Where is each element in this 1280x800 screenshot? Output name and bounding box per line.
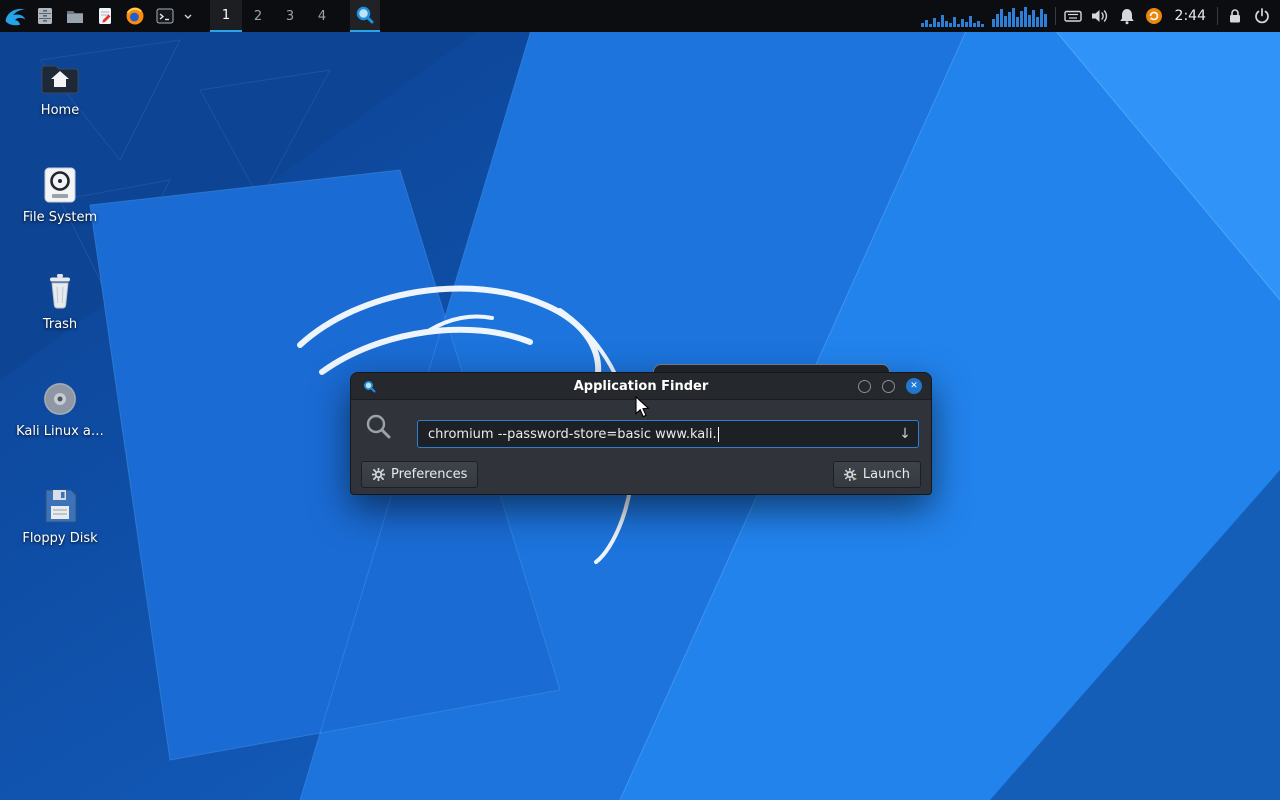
folder-icon <box>67 11 83 23</box>
panel-separator <box>1054 7 1056 25</box>
preferences-button[interactable]: Preferences <box>361 461 479 488</box>
maximize-button[interactable] <box>882 379 895 393</box>
desktop-icon-kali-cd[interactable]: Kali Linux a… <box>8 375 112 439</box>
mouse-cursor <box>635 396 650 418</box>
kali-logo-icon <box>5 8 26 26</box>
volume-icon <box>1091 10 1107 22</box>
cpu-graph-bars <box>920 15 984 27</box>
bell-icon <box>1119 9 1134 25</box>
dropdown-arrow-icon[interactable]: ↓ <box>892 421 918 447</box>
workspace-2-button[interactable]: 2 <box>242 0 274 32</box>
search-icon <box>365 413 393 445</box>
lock-icon <box>1230 9 1240 23</box>
text-caret <box>717 426 719 442</box>
file-cabinet-launcher[interactable] <box>30 0 60 32</box>
workspace-4-label: 4 <box>317 8 327 24</box>
trash-icon <box>8 268 112 312</box>
firefox-icon <box>126 7 144 25</box>
desktop-icon-label: Trash <box>42 317 78 332</box>
terminal-launcher[interactable] <box>150 0 180 32</box>
gear-icon <box>372 468 385 481</box>
home-icon <box>8 54 112 98</box>
window-title: Application Finder <box>573 378 709 394</box>
top-panel: 1 2 3 4 2:44 <box>0 0 1280 32</box>
logout-button[interactable] <box>1252 0 1272 32</box>
desktop-icon-home[interactable]: Home <box>8 54 112 118</box>
drive-icon <box>8 161 112 205</box>
dialog-button-row: Preferences Launch <box>361 461 921 488</box>
application-finder-icon <box>356 6 374 24</box>
desktop-icon-label: Floppy Disk <box>22 531 98 546</box>
close-button[interactable]: ✕ <box>906 378 922 394</box>
file-manager-launcher[interactable] <box>60 0 90 32</box>
panel-clock[interactable]: 2:44 <box>1171 8 1210 24</box>
desktop-icon-label: Home <box>40 103 80 118</box>
workspace-2-label: 2 <box>253 8 263 24</box>
launch-label: Launch <box>862 467 910 482</box>
desktop-icon-file-system[interactable]: File System <box>8 161 112 225</box>
desktop-icon-floppy[interactable]: Floppy Disk <box>8 482 112 546</box>
floppy-icon <box>8 482 112 526</box>
volume-control[interactable] <box>1090 0 1110 32</box>
preferences-label: Preferences <box>391 467 468 482</box>
panel-separator <box>1217 7 1218 25</box>
terminal-icon <box>156 8 174 24</box>
kali-menu-button[interactable] <box>0 0 30 32</box>
taskbar-application-finder-button[interactable] <box>350 0 380 32</box>
text-editor-icon <box>99 8 111 24</box>
text-editor-launcher[interactable] <box>90 0 120 32</box>
run-gear-icon <box>843 468 857 481</box>
keyboard-indicator[interactable] <box>1063 0 1083 32</box>
keyboard-icon <box>1063 10 1082 22</box>
desktop-icon-label: File System <box>22 210 98 225</box>
window-buttons: ✕ <box>858 378 931 394</box>
workspace-4-button[interactable]: 4 <box>306 0 338 32</box>
power-icon <box>1255 8 1269 24</box>
window-finder-icon <box>363 380 376 393</box>
firefox-launcher[interactable] <box>120 0 150 32</box>
lock-screen-button[interactable] <box>1225 0 1245 32</box>
clock-text: 2:44 <box>1174 8 1206 24</box>
workspace-switcher: 1 2 3 4 <box>210 0 338 32</box>
workspace-1-button[interactable]: 1 <box>210 0 242 32</box>
minimize-button[interactable] <box>858 379 871 393</box>
workspace-1-label: 1 <box>221 7 231 23</box>
application-finder-window: Application Finder ✕ chromium --password… <box>350 372 932 495</box>
notification-center[interactable] <box>1117 0 1137 32</box>
file-cabinet-icon <box>38 8 52 24</box>
cpu-graph[interactable] <box>920 5 985 27</box>
disc-icon <box>8 375 112 419</box>
network-graph[interactable] <box>991 5 1048 27</box>
network-graph-bars <box>991 7 1047 27</box>
chevron-down-icon <box>184 14 192 19</box>
desktop-icon-label: Kali Linux a… <box>16 424 104 439</box>
command-input[interactable]: chromium --password-store=basic www.kali… <box>428 427 717 442</box>
desktop-icon-trash[interactable]: Trash <box>8 268 112 332</box>
update-status-icon <box>1145 8 1162 24</box>
command-combobox[interactable]: chromium --password-store=basic www.kali… <box>417 420 919 448</box>
launch-button[interactable]: Launch <box>832 461 921 488</box>
workspace-3-label: 3 <box>285 8 295 24</box>
update-status-indicator[interactable] <box>1144 0 1164 32</box>
terminal-dropdown-button[interactable] <box>180 0 196 32</box>
workspace-3-button[interactable]: 3 <box>274 0 306 32</box>
